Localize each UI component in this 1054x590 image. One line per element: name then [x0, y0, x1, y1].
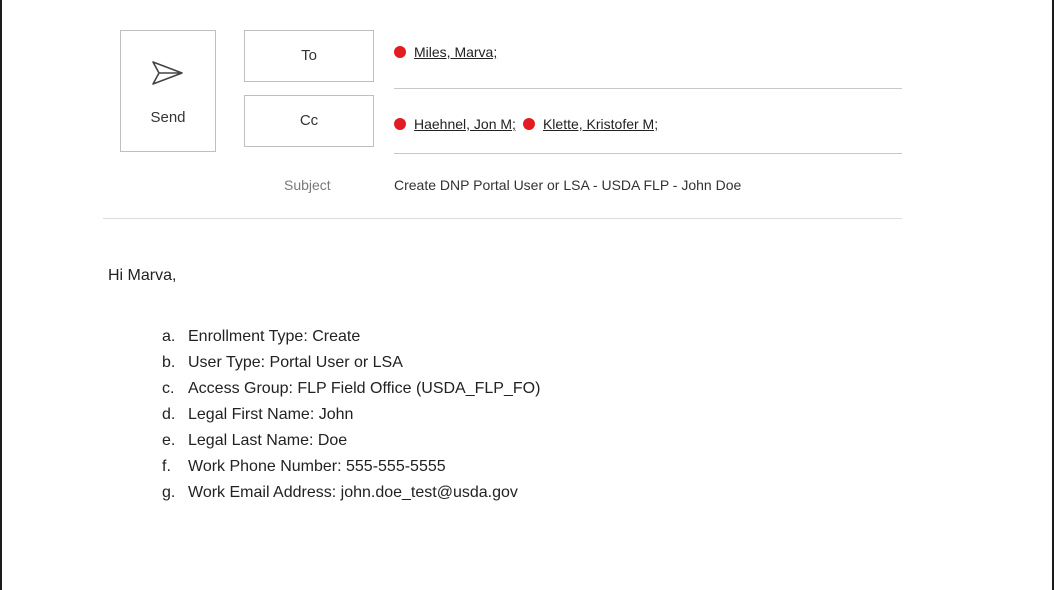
list-item: a. Enrollment Type: Create: [162, 328, 540, 354]
list-item-text: Legal First Name: John: [188, 406, 354, 423]
cc-field[interactable]: Haehnel, Jon M; Klette, Kristofer M;: [394, 112, 665, 136]
list-item-text: Work Phone Number: 555-555-5555: [188, 458, 446, 475]
list-item-text: Work Email Address: john.doe_test@usda.g…: [188, 484, 518, 501]
body-list[interactable]: a. Enrollment Type: Create b. User Type: P…: [162, 328, 540, 510]
list-item: d. Legal First Name: John: [162, 406, 540, 432]
list-marker: c.: [162, 380, 175, 397]
divider: [394, 153, 902, 154]
list-item: f. Work Phone Number: 555-555-5555: [162, 458, 540, 484]
cc-button[interactable]: Cc: [244, 95, 374, 147]
list-item-text: Access Group: FLP Field Office (USDA_FLP…: [188, 380, 541, 397]
list-marker: g.: [162, 484, 176, 501]
presence-icon: [394, 118, 406, 130]
presence-icon: [394, 46, 406, 58]
divider: [394, 88, 902, 89]
subject-field[interactable]: Create DNP Portal User or LSA - USDA FLP…: [394, 177, 741, 193]
subject-label: Subject: [284, 177, 331, 193]
send-icon: [152, 61, 183, 85]
to-field[interactable]: Miles, Marva;: [394, 40, 504, 64]
window-border-left: [0, 0, 2, 590]
list-item: b. User Type: Portal User or LSA: [162, 354, 540, 380]
to-button[interactable]: To: [244, 30, 374, 82]
body-greeting[interactable]: Hi Marva,: [108, 267, 176, 285]
send-label: Send: [150, 109, 186, 126]
list-marker: b.: [162, 354, 176, 371]
list-item-text: Enrollment Type: Create: [188, 328, 361, 345]
list-marker: f.: [162, 458, 171, 475]
list-item: g. Work Email Address: john.doe_test@usda…: [162, 484, 540, 510]
recipient-klette-kristofer[interactable]: Klette, Kristofer M;: [543, 116, 658, 132]
presence-icon: [522, 118, 535, 130]
send-button[interactable]: Send: [120, 30, 216, 152]
list-marker: a.: [162, 328, 176, 345]
recipient-miles-marva[interactable]: Miles, Marva;: [414, 44, 497, 60]
list-marker: e.: [162, 432, 176, 449]
list-item: c. Access Group: FLP Field Office (USDA_F…: [162, 380, 540, 406]
recipient-haehnel-jon[interactable]: Haehnel, Jon M;: [414, 116, 516, 132]
divider: [103, 218, 902, 219]
list-item: e. Legal Last Name: Doe: [162, 432, 540, 458]
list-item-text: Legal Last Name: Doe: [188, 432, 348, 449]
list-item-text: User Type: Portal User or LSA: [188, 354, 403, 371]
list-marker: d.: [162, 406, 176, 423]
